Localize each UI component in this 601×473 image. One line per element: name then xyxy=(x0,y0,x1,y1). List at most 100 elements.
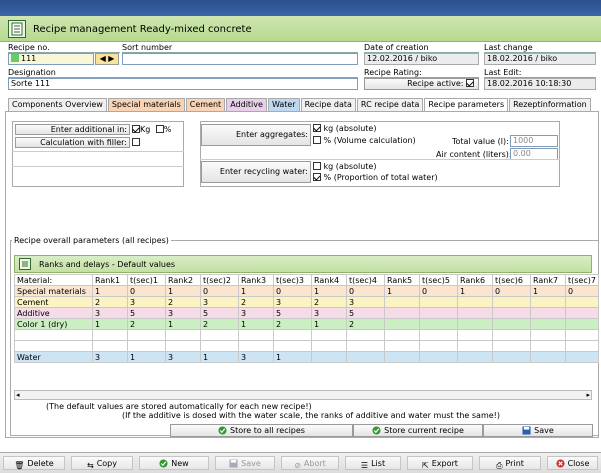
rank-value-cell[interactable] xyxy=(492,307,531,319)
rank-value-cell[interactable] xyxy=(530,307,566,319)
rank-value-cell[interactable] xyxy=(492,296,531,308)
table-row[interactable]: Special materials 1 0 1 0 1 0 1 0 1 0 1 0 1 0 xyxy=(14,285,599,297)
rank-value-cell[interactable] xyxy=(457,340,493,352)
rank-value-cell[interactable] xyxy=(530,296,566,308)
rank-value-cell[interactable] xyxy=(419,318,458,330)
tab-recipe-parameters[interactable]: Recipe parameters xyxy=(424,98,509,111)
rank-value-cell[interactable] xyxy=(530,318,566,330)
rank-value-cell[interactable] xyxy=(384,340,420,352)
rank-value-cell[interactable] xyxy=(384,296,420,308)
export-button[interactable]: ⇱ Export xyxy=(407,456,473,470)
rank-value-cell[interactable] xyxy=(311,351,347,363)
rank-value-cell[interactable]: 2 xyxy=(238,296,274,308)
rank-value-cell[interactable]: 3 xyxy=(92,307,128,319)
table-row[interactable] xyxy=(14,329,599,341)
rank-value-cell[interactable]: 1 xyxy=(165,318,201,330)
designation-field[interactable]: Sorte 111 xyxy=(8,78,358,90)
rank-value-cell[interactable] xyxy=(530,351,566,363)
rank-value-cell[interactable] xyxy=(238,329,274,341)
rank-value-cell[interactable] xyxy=(419,351,458,363)
rank-value-cell[interactable]: 0 xyxy=(565,285,599,297)
rank-value-cell[interactable] xyxy=(565,329,599,341)
rank-value-cell[interactable] xyxy=(384,351,420,363)
rank-value-cell[interactable] xyxy=(346,329,385,341)
rank-value-cell[interactable]: 1 xyxy=(311,285,347,297)
rank-value-cell[interactable] xyxy=(457,296,493,308)
store-all-button[interactable]: Store to all recipes xyxy=(170,424,353,437)
tab-recipe-data[interactable]: Recipe data xyxy=(300,98,356,111)
rank-value-cell[interactable]: 1 xyxy=(384,285,420,297)
rank-value-cell[interactable] xyxy=(457,329,493,341)
rank-value-cell[interactable] xyxy=(200,340,239,352)
recipe-nav-buttons[interactable]: ◀ ▶ xyxy=(95,53,119,65)
rank-value-cell[interactable] xyxy=(457,351,493,363)
rec-pct-checkbox[interactable] xyxy=(313,173,321,181)
rank-value-cell[interactable] xyxy=(565,296,599,308)
rank-value-cell[interactable]: 5 xyxy=(273,307,312,319)
rank-value-cell[interactable]: 5 xyxy=(346,307,385,319)
rank-value-cell[interactable]: 2 xyxy=(165,296,201,308)
rank-value-cell[interactable]: 2 xyxy=(200,318,239,330)
table-row[interactable]: Color 1 (dry) 1 2 1 2 1 2 1 2 xyxy=(14,318,599,330)
rank-value-cell[interactable] xyxy=(419,329,458,341)
rank-value-cell[interactable]: 1 xyxy=(311,318,347,330)
list-button[interactable]: ☰ List xyxy=(345,456,401,470)
rank-value-cell[interactable]: 1 xyxy=(238,285,274,297)
rank-value-cell[interactable]: 3 xyxy=(165,307,201,319)
tab-components-overview[interactable]: Components Overview xyxy=(8,98,107,111)
rank-value-cell[interactable]: 1 xyxy=(530,285,566,297)
recipe-active-checkbox[interactable] xyxy=(466,79,474,87)
copy-button[interactable]: ⇆ Copy xyxy=(71,456,133,470)
rank-value-cell[interactable]: 2 xyxy=(92,296,128,308)
rank-value-cell[interactable]: 1 xyxy=(127,351,166,363)
rank-value-cell[interactable] xyxy=(311,340,347,352)
agg-vol-checkbox[interactable] xyxy=(313,136,321,144)
tab-special-materials[interactable]: Special materials xyxy=(107,98,185,111)
rank-value-cell[interactable]: 0 xyxy=(492,285,531,297)
scroll-right-icon[interactable]: ▸ xyxy=(586,391,590,399)
rank-value-cell[interactable]: 1 xyxy=(92,318,128,330)
rank-value-cell[interactable] xyxy=(127,340,166,352)
tab-additive[interactable]: Additive xyxy=(226,98,267,111)
rank-value-cell[interactable] xyxy=(165,340,201,352)
table-row[interactable]: Water 3 1 3 1 3 1 xyxy=(14,351,599,363)
rank-value-cell[interactable]: 5 xyxy=(127,307,166,319)
rank-value-cell[interactable] xyxy=(492,329,531,341)
recipe-active-toggle[interactable]: Recipe active: xyxy=(364,78,479,90)
new-button[interactable]: New xyxy=(139,456,209,470)
agg-kg-checkbox[interactable] xyxy=(313,124,321,132)
save-defaults-button[interactable]: Save xyxy=(483,424,593,437)
rank-value-cell[interactable]: 2 xyxy=(273,318,312,330)
tab-rc-recipe-data[interactable]: RC recipe data xyxy=(356,98,424,111)
additional-percent-checkbox[interactable] xyxy=(155,125,164,133)
table-row[interactable]: Cement 2 3 2 3 2 3 2 3 xyxy=(14,296,599,308)
rank-value-cell[interactable] xyxy=(273,340,312,352)
rank-value-cell[interactable]: 1 xyxy=(92,285,128,297)
tab-cement[interactable]: Cement xyxy=(185,98,226,111)
print-button[interactable]: ⎙ Print xyxy=(479,456,541,470)
rank-value-cell[interactable] xyxy=(492,351,531,363)
rank-value-cell[interactable] xyxy=(530,340,566,352)
rank-value-cell[interactable] xyxy=(384,307,420,319)
rank-value-cell[interactable]: 3 xyxy=(346,296,385,308)
rank-value-cell[interactable] xyxy=(565,307,599,319)
table-row[interactable]: Additive 3 5 3 5 3 5 3 5 xyxy=(14,307,599,319)
rank-value-cell[interactable]: 3 xyxy=(238,351,274,363)
rank-value-cell[interactable]: 2 xyxy=(346,318,385,330)
rank-value-cell[interactable]: 2 xyxy=(127,318,166,330)
rank-value-cell[interactable]: 3 xyxy=(127,296,166,308)
rank-value-cell[interactable]: 1 xyxy=(273,351,312,363)
rank-value-cell[interactable] xyxy=(92,329,128,341)
abort-button[interactable]: ⊘ Abort xyxy=(281,456,339,470)
rank-value-cell[interactable]: 3 xyxy=(273,296,312,308)
rank-value-cell[interactable] xyxy=(492,318,531,330)
rank-value-cell[interactable] xyxy=(457,318,493,330)
rank-value-cell[interactable] xyxy=(238,340,274,352)
rank-value-cell[interactable]: 0 xyxy=(127,285,166,297)
rank-value-cell[interactable]: 3 xyxy=(238,307,274,319)
close-button[interactable]: Close xyxy=(547,456,598,470)
rank-value-cell[interactable] xyxy=(127,329,166,341)
rank-value-cell[interactable]: 3 xyxy=(92,351,128,363)
rank-value-cell[interactable]: 1 xyxy=(238,318,274,330)
rank-value-cell[interactable]: 3 xyxy=(165,351,201,363)
